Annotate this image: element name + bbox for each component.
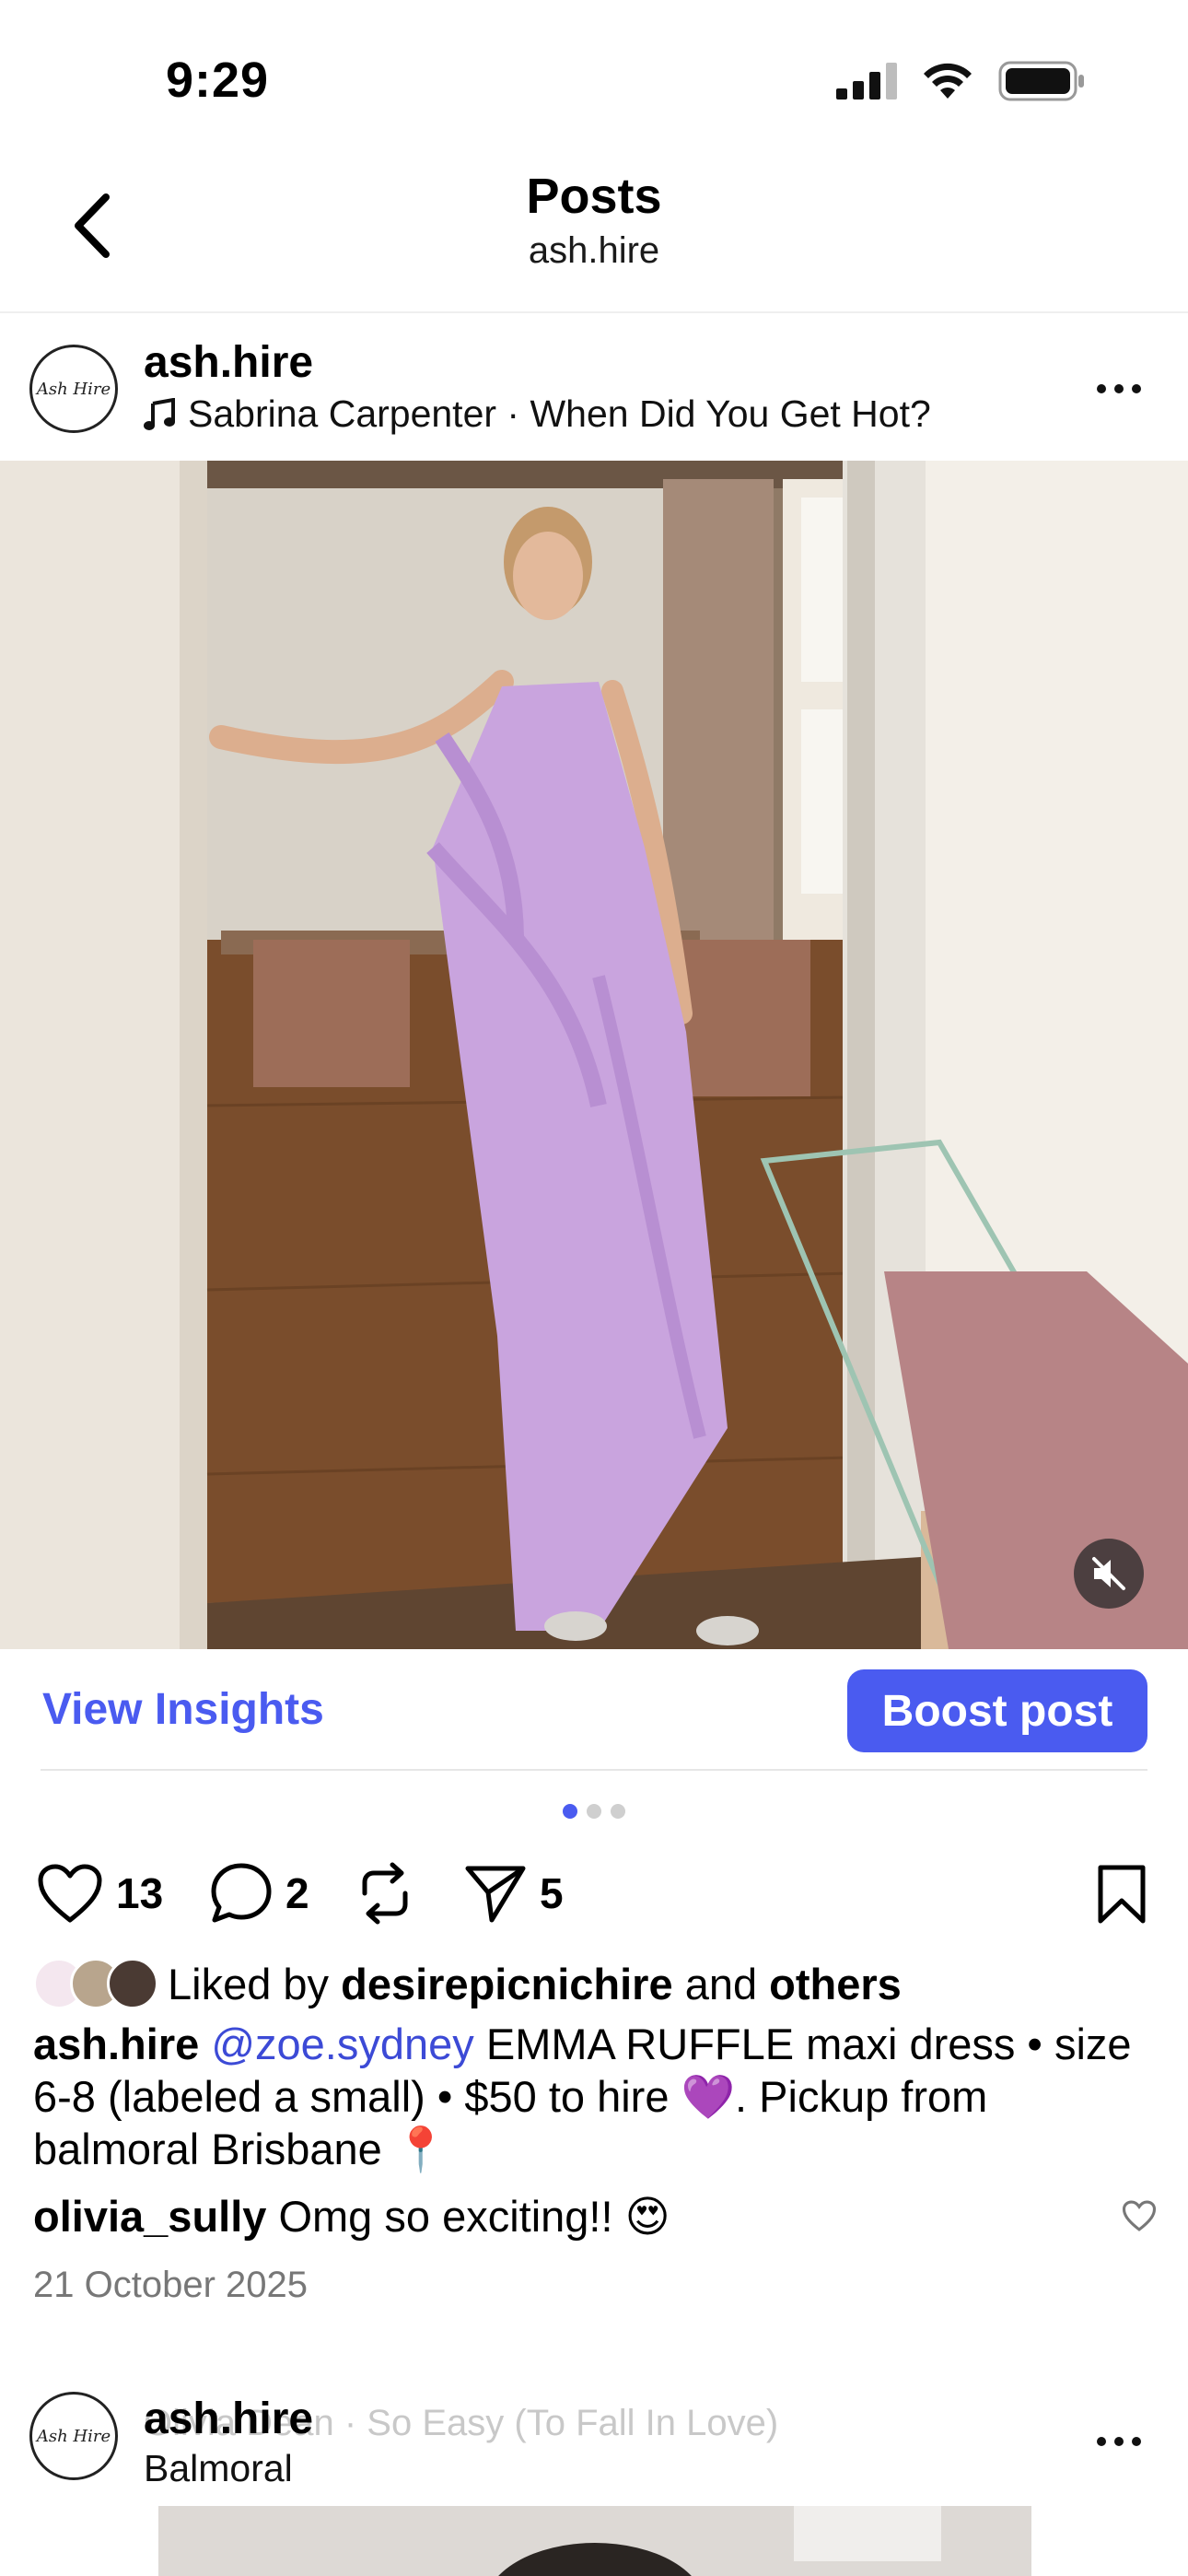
comment-button[interactable]: 2 [210,1847,309,1939]
repost-icon [362,1862,408,1925]
boost-post-button[interactable]: Boost post [847,1669,1147,1752]
post-username[interactable]: ash.hire [144,337,313,388]
carousel-indicator [0,1804,1188,1819]
comment-username[interactable]: olivia_sully [33,2192,266,2241]
header: Posts ash.hire [0,138,1188,313]
caption-username[interactable]: ash.hire [33,2020,199,2068]
photo-illustration [498,2506,941,2576]
liked-by-user[interactable]: desirepicnichire [341,1959,673,2009]
page-title: Posts [526,169,662,224]
bookmark-icon [1098,1865,1146,1924]
shares-count: 5 [540,1869,564,1917]
speaker-muted-icon [1092,1557,1125,1590]
liked-by-prefix: Liked by [168,1959,330,2008]
liked-by-others[interactable]: others [769,1959,902,2009]
page-subtitle: ash.hire [528,230,660,271]
comment-preview[interactable]: olivia_sully Omg so exciting!! 😍 [33,2191,1157,2242]
liked-by-avatars [33,1956,162,2011]
avatar [107,1958,158,2009]
carousel-dot [563,1804,577,1819]
avatar[interactable]: Ash Hire [29,2392,118,2480]
next-post-photo[interactable] [158,2506,1031,2576]
liked-by-and: and [684,1959,758,2008]
battery-icon [998,61,1084,101]
heart-icon [38,1864,102,1923]
repost-button[interactable] [355,1847,414,1939]
post-date: 21 October 2025 [33,2265,308,2305]
next-post-location[interactable]: Balmoral [144,2447,293,2490]
wifi-icon [924,63,972,99]
post-photo[interactable] [0,461,1188,1649]
save-button[interactable] [1096,1864,1147,1929]
insights-row: View Insights Boost post [41,1649,1147,1771]
caption-mention[interactable]: @zoe.sydney [211,2020,473,2068]
next-post: Ash Hire Olivia Dean · So Easy (To Fall … [0,2377,1188,2576]
dot-icon [1114,2437,1124,2446]
music-note-icon [144,397,175,430]
heart-icon [1122,2200,1157,2231]
dot-icon [1132,384,1141,393]
status-time: 9:29 [166,53,270,108]
avatar-logo: Ash Hire [36,2426,111,2446]
comments-count: 2 [285,1869,309,1917]
next-post-username[interactable]: ash.hire [144,2394,313,2444]
more-options-button[interactable] [1087,2423,1151,2460]
comment-text: Omg so exciting!! 😍 [278,2192,670,2241]
send-icon [465,1866,526,1923]
post-header: Ash Hire ash.hire Sabrina Carpenter · Wh… [0,313,1188,461]
dot-icon [1132,2437,1141,2446]
avatar[interactable]: Ash Hire [29,345,118,433]
status-bar: 9:29 [0,0,1188,138]
likes-count: 13 [116,1869,164,1917]
avatar-logo: Ash Hire [36,379,111,399]
view-insights-link[interactable]: View Insights [42,1684,324,1735]
comment-icon [211,1863,272,1923]
like-button[interactable]: 13 [37,1847,163,1939]
post-music[interactable]: Sabrina Carpenter · When Did You Get Hot… [144,392,931,436]
dot-icon [1097,2437,1106,2446]
post-actions: 13 2 5 [0,1847,1188,1939]
liked-by-row[interactable]: Liked by desirepicnichire and others [33,1951,902,2016]
cellular-signal-icon [836,63,897,100]
carousel-dot [587,1804,601,1819]
share-button[interactable]: 5 [464,1847,564,1939]
more-options-button[interactable] [1087,370,1151,407]
post-caption: ash.hire @zoe.sydney EMMA RUFFLE maxi dr… [33,2018,1157,2175]
post-music-label: Sabrina Carpenter · When Did You Get Hot… [188,392,931,435]
comment-like-button[interactable] [1122,2200,1157,2236]
status-icons [836,61,1085,101]
photo-illustration [0,461,1188,1649]
dot-icon [1097,384,1106,393]
mute-button[interactable] [1074,1539,1144,1609]
carousel-dot [611,1804,625,1819]
dot-icon [1114,384,1124,393]
